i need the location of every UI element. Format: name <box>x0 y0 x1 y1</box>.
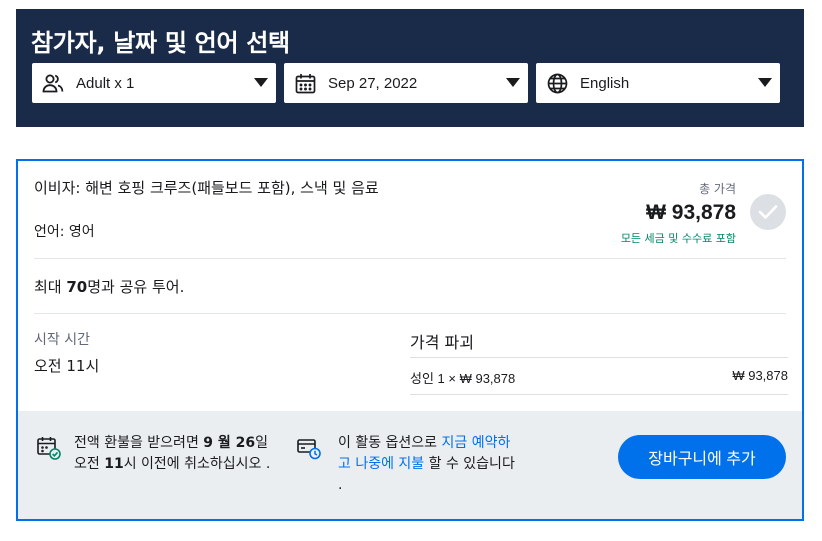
date-select[interactable]: Sep 27, 2022 <box>284 63 528 103</box>
price-breakdown-amount: ₩ 93,878 <box>732 368 788 383</box>
date-value: Sep 27, 2022 <box>328 74 418 92</box>
pay-later-link[interactable]: 고 나중에 지불 <box>338 456 424 472</box>
people-icon <box>42 72 64 94</box>
chevron-down-icon <box>254 78 268 87</box>
chevron-down-icon <box>506 78 520 87</box>
chevron-down-icon <box>758 78 772 87</box>
tax-note: 모든 세금 및 수수료 포함 <box>620 232 736 245</box>
participants-value: Adult x 1 <box>76 74 135 92</box>
add-to-cart-button[interactable]: 장바구니에 추가 <box>618 435 786 479</box>
calendar-check-icon <box>36 435 62 461</box>
free-cancellation-text: 전액 환불을 받으려면 9 월 26일 오전 11시 이전에 취소하십시오 . <box>74 435 271 472</box>
reserve-later-icon <box>296 435 322 461</box>
reserve-now-link[interactable]: 지금 예약하 <box>442 435 511 451</box>
activity-option-card[interactable]: 이비자: 해변 호핑 크루즈(패들보드 포함), 스낵 및 음료 언어: 영어 … <box>16 159 804 521</box>
divider <box>410 394 788 395</box>
option-footer: 전액 환불을 받으려면 9 월 26일 오전 11시 이전에 취소하십시오 . … <box>18 411 802 519</box>
reserve-now-pay-later-text: 이 활동 옵션으로 지금 예약하 고 나중에 지불 할 수 있습니다 . <box>338 435 515 493</box>
option-title: 이비자: 해변 호핑 크루즈(패들보드 포함), 스낵 및 음료 <box>34 179 379 197</box>
price-breakdown-title: 가격 파괴 <box>410 333 474 352</box>
select-check-icon[interactable] <box>750 194 786 230</box>
page-title: 참가자, 날짜 및 언어 선택 <box>31 29 290 57</box>
total-price: ₩ 93,878 <box>646 201 736 224</box>
option-language: 언어: 영어 <box>34 224 95 240</box>
globe-icon <box>546 72 568 94</box>
participants-select[interactable]: Adult x 1 <box>32 63 276 103</box>
total-price-label: 총 가격 <box>699 182 736 196</box>
booking-header: 참가자, 날짜 및 언어 선택 Adult x 1 Sep 27, 2022 E… <box>16 9 804 127</box>
language-value: English <box>580 74 630 92</box>
divider <box>34 313 786 314</box>
start-time-value: 오전 11시 <box>34 357 100 375</box>
divider <box>410 357 788 358</box>
shared-tour-note: 최대 70명과 공유 투어. <box>34 278 185 296</box>
price-breakdown-label: 성인 1 × ₩ 93,878 <box>410 371 516 386</box>
language-select[interactable]: English <box>536 63 780 103</box>
calendar-icon <box>294 72 316 94</box>
start-time-label: 시작 시간 <box>34 332 90 348</box>
price-breakdown-row: 성인 1 × ₩ 93,878 ₩ 93,878 <box>410 368 788 387</box>
divider <box>34 258 786 259</box>
